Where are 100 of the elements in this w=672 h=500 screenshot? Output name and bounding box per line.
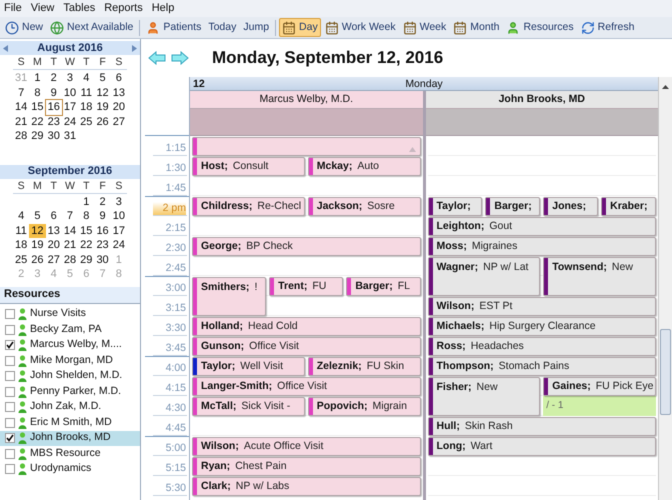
calendar-day[interactable]: 21 bbox=[62, 238, 78, 252]
calendar-day[interactable]: 15 bbox=[29, 100, 46, 114]
checkbox[interactable] bbox=[5, 402, 15, 412]
calendar-day[interactable]: 6 bbox=[46, 209, 62, 224]
calendar-day[interactable]: 18 bbox=[78, 100, 94, 114]
calendar-day[interactable]: 26 bbox=[29, 252, 46, 267]
appointment[interactable]: Wilson; EST Pt bbox=[428, 297, 656, 316]
toolbar-button[interactable]: Month bbox=[450, 18, 502, 37]
checkbox[interactable] bbox=[5, 340, 15, 350]
appointment[interactable]: Taylor; Well Visit bbox=[192, 357, 305, 376]
menu-item[interactable]: Help bbox=[152, 0, 174, 17]
calendar-day[interactable]: 8 bbox=[78, 209, 94, 224]
resource-item[interactable]: Eric M Smith, MD bbox=[0, 415, 140, 430]
calendar-day[interactable]: 25 bbox=[78, 114, 94, 129]
appointment[interactable]: Gaines; FU Pick Eye bbox=[543, 377, 656, 396]
appointment[interactable]: McTall; Sick Visit - bbox=[192, 397, 305, 416]
scroll-thumb[interactable] bbox=[660, 329, 671, 415]
appointment[interactable]: Wagner; NP w/ Lat bbox=[428, 257, 540, 296]
checkbox[interactable] bbox=[5, 386, 15, 397]
resource-item[interactable]: Nurse Visits bbox=[0, 306, 140, 322]
appointment[interactable]: Smithers; ! bbox=[192, 277, 266, 316]
checkbox[interactable] bbox=[5, 433, 15, 444]
calendar-day[interactable]: 13 bbox=[46, 224, 62, 238]
calendar-day[interactable]: 15 bbox=[78, 224, 94, 238]
calendar-day[interactable]: 24 bbox=[110, 238, 127, 252]
calendar-day[interactable]: 8 bbox=[29, 86, 46, 100]
calendar-day[interactable]: 4 bbox=[13, 209, 30, 224]
calendar-day[interactable]: 30 bbox=[94, 252, 111, 267]
appointment[interactable]: Townsend; New bbox=[543, 257, 656, 296]
scrollbar[interactable] bbox=[658, 77, 672, 500]
appointment[interactable]: Mckay; Auto bbox=[308, 157, 420, 176]
toolbar-button[interactable]: Work Week bbox=[322, 18, 399, 37]
appointment[interactable]: Clark; NP w/ Labs bbox=[192, 477, 420, 496]
appointment[interactable]: Leighton; Gout bbox=[428, 217, 656, 236]
calendar-day[interactable]: 25 bbox=[13, 252, 30, 267]
calendar-day[interactable]: 22 bbox=[29, 114, 46, 129]
resource-item[interactable]: Penny Parker, M.D. bbox=[0, 384, 140, 400]
appointment[interactable]: Gunson; Office Visit bbox=[192, 337, 420, 356]
calendar-day[interactable]: 30 bbox=[46, 129, 62, 144]
calendar-day[interactable]: 6 bbox=[110, 71, 127, 86]
appointment[interactable] bbox=[192, 137, 420, 156]
menu-item[interactable]: View bbox=[30, 0, 54, 17]
appointment[interactable]: Ross; Headaches bbox=[428, 337, 656, 356]
resource-item[interactable]: John Zak, M.D. bbox=[0, 400, 140, 415]
appointment[interactable]: Jones; bbox=[543, 197, 598, 216]
appointment[interactable]: Wilson; Acute Office Visit bbox=[192, 437, 420, 456]
calendar-day[interactable]: 20 bbox=[46, 238, 62, 252]
resource-item[interactable]: John Shelden, M.D. bbox=[0, 368, 140, 384]
calendar-day[interactable]: 16 bbox=[94, 224, 111, 238]
appointment[interactable]: Ryan; Chest Pain bbox=[192, 457, 420, 476]
resource-item[interactable]: Urodynamics bbox=[0, 462, 140, 477]
toolbar-button[interactable]: Jump bbox=[240, 18, 272, 37]
appointment[interactable]: Fisher; New bbox=[428, 377, 540, 416]
calendar-day[interactable]: 4 bbox=[78, 71, 94, 86]
calendar-day[interactable]: 14 bbox=[62, 224, 78, 238]
toolbar-button[interactable]: Resources bbox=[503, 18, 577, 37]
checkbox[interactable] bbox=[5, 418, 15, 428]
menu-item[interactable]: Reports bbox=[104, 0, 143, 17]
calendar-day[interactable]: 31 bbox=[62, 129, 78, 144]
calendar-day[interactable]: 12 bbox=[29, 224, 46, 238]
checkbox[interactable] bbox=[5, 309, 15, 320]
checkbox[interactable] bbox=[5, 464, 15, 474]
calendar-day[interactable]: 26 bbox=[94, 114, 111, 129]
forward-arrow-icon[interactable] bbox=[171, 51, 189, 65]
calendar-day[interactable]: 10 bbox=[62, 86, 78, 100]
resource-column-header[interactable]: John Brooks, MD bbox=[426, 91, 658, 109]
next-month-icon[interactable] bbox=[132, 44, 137, 52]
calendar-day[interactable]: 17 bbox=[62, 100, 78, 114]
calendar-day[interactable]: 14 bbox=[13, 100, 30, 114]
calendar-day[interactable]: 27 bbox=[110, 114, 127, 129]
appointment[interactable]: Childress; Re-Checl bbox=[192, 197, 305, 216]
appointment[interactable]: Holland; Head Cold bbox=[192, 317, 420, 336]
calendar-day[interactable]: 16 bbox=[46, 100, 62, 114]
appointment[interactable]: Barger; bbox=[485, 197, 540, 216]
toolbar-button[interactable]: Next Available bbox=[47, 18, 136, 37]
calendar-day[interactable]: 21 bbox=[13, 114, 30, 129]
calendar-day[interactable]: 11 bbox=[78, 86, 94, 100]
calendar-day[interactable]: 17 bbox=[110, 224, 127, 238]
appointment[interactable]: Zeleznik; FU Skin bbox=[308, 357, 420, 376]
checkbox[interactable] bbox=[5, 324, 15, 335]
previous-month-icon[interactable] bbox=[3, 44, 8, 52]
appointment[interactable]: Barger; FL bbox=[346, 277, 421, 296]
calendar-day[interactable]: 18 bbox=[13, 238, 30, 252]
calendar-day[interactable]: 3 bbox=[62, 71, 78, 86]
calendar-day[interactable]: 19 bbox=[94, 100, 111, 114]
resource-item[interactable]: MBS Resource bbox=[0, 446, 140, 462]
appointment[interactable]: Taylor; bbox=[428, 197, 482, 216]
calendar-day[interactable]: 29 bbox=[78, 252, 94, 267]
appointment[interactable]: Thompson; Stomach Pains bbox=[428, 357, 656, 376]
appointment[interactable]: Host; Consult bbox=[192, 157, 305, 176]
calendar-day[interactable]: 5 bbox=[94, 71, 111, 86]
calendar-day[interactable]: 28 bbox=[13, 129, 30, 144]
toolbar-button[interactable]: Refresh bbox=[578, 18, 638, 37]
calendar-day[interactable]: 2 bbox=[94, 194, 111, 209]
calendar-day[interactable]: 23 bbox=[46, 114, 62, 129]
calendar-day[interactable]: 19 bbox=[29, 238, 46, 252]
appointment[interactable]: Hull; Skin Rash bbox=[428, 417, 656, 436]
calendar-day[interactable]: 13 bbox=[110, 86, 127, 100]
resource-item[interactable]: Becky Zam, PA bbox=[0, 322, 140, 338]
calendar-day[interactable]: 23 bbox=[94, 238, 111, 252]
